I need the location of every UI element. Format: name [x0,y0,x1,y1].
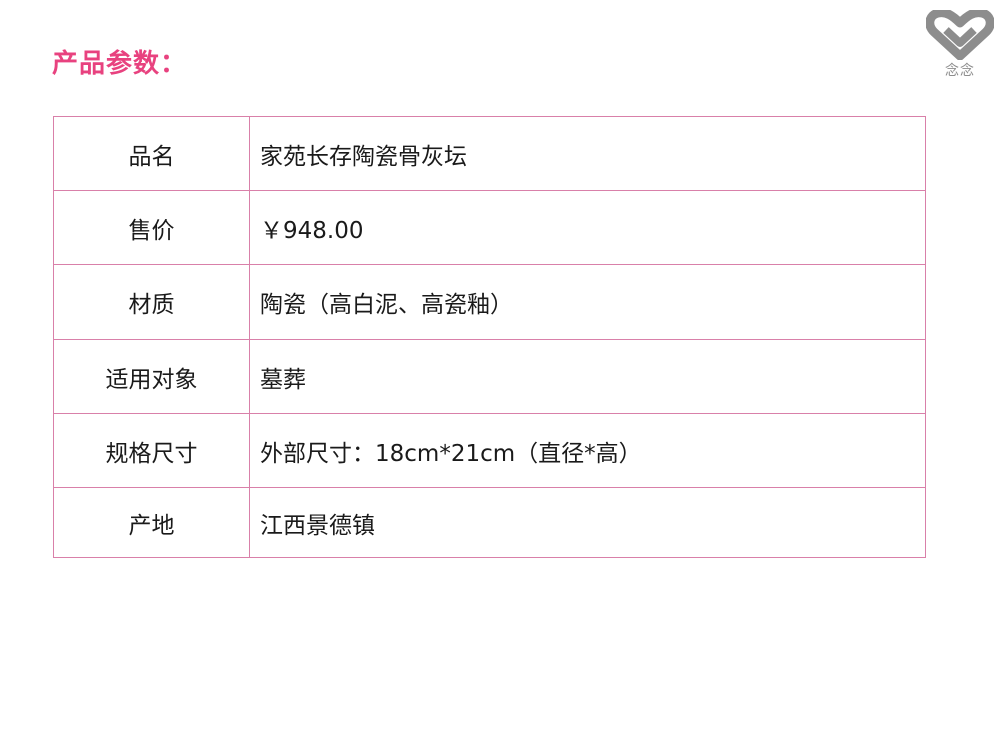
table-row: 规格尺寸 外部尺寸：18cm*21cm（直径*高） [53,413,926,488]
param-label: 适用对象 [53,339,250,414]
product-params-table: 品名 家苑长存陶瓷骨灰坛 售价 ￥948.00 材质 陶瓷（高白泥、高瓷釉） 适… [53,116,926,558]
table-row: 材质 陶瓷（高白泥、高瓷釉） [53,264,926,340]
param-value: 家苑长存陶瓷骨灰坛 [249,116,926,191]
page-title: 产品参数： [52,49,188,79]
heart-logo-icon [926,10,994,60]
param-label: 品名 [53,116,250,191]
param-label: 售价 [53,190,250,265]
table-row: 产地 江西景德镇 [53,487,926,558]
param-label: 规格尺寸 [53,413,250,488]
table-row: 品名 家苑长存陶瓷骨灰坛 [53,116,926,191]
param-label: 产地 [53,487,250,558]
param-value: 陶瓷（高白泥、高瓷釉） [249,264,926,340]
table-row: 适用对象 墓葬 [53,339,926,414]
param-label: 材质 [53,264,250,340]
brand-logo: 念念 [922,10,998,80]
param-value: 江西景德镇 [249,487,926,558]
param-value: ￥948.00 [249,190,926,265]
param-value: 外部尺寸：18cm*21cm（直径*高） [249,413,926,488]
table-row: 售价 ￥948.00 [53,190,926,265]
param-value: 墓葬 [249,339,926,414]
brand-name: 念念 [945,63,975,79]
